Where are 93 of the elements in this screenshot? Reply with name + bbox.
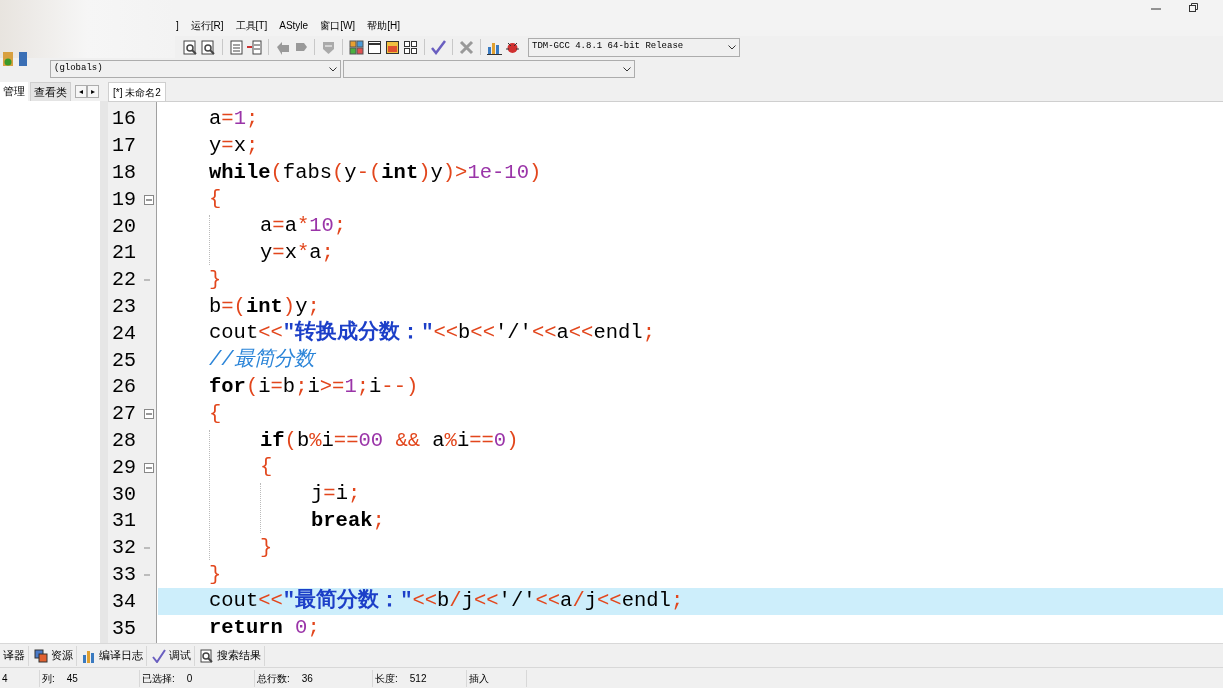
menu-item[interactable]: 工具[T] (235, 18, 268, 33)
search-icon (200, 648, 214, 663)
line-number: 32 (112, 535, 137, 562)
code-line: a=a*10; (260, 213, 347, 240)
line-number: 22 (112, 267, 137, 294)
fold-icon[interactable] (144, 194, 154, 205)
code-line: } (209, 561, 222, 588)
check-icon[interactable] (431, 39, 446, 55)
code-line: cout<<"最简分数："<<b/j<<'/'<<a/j<<endl; (209, 587, 684, 615)
line-number: 31 (112, 508, 137, 535)
bottom-tab[interactable]: 搜索结果 (197, 645, 265, 666)
compiler-dropdown[interactable]: TDM-GCC 4.8.1 64-bit Release (528, 37, 740, 57)
status-label: 已选择: (142, 671, 175, 686)
status-label: 长度: (375, 671, 398, 686)
status-label: 总行数: (257, 671, 290, 686)
menu-item[interactable]: 运行[R] (190, 18, 224, 33)
scroll-arrow-button[interactable]: ▸ (87, 85, 99, 98)
menu-item[interactable]: 窗口[W] (320, 18, 356, 33)
line-number: 25 (112, 347, 137, 374)
line-number: 21 (112, 240, 137, 267)
bar-icon[interactable] (18, 52, 28, 66)
code-line: break; (311, 508, 385, 534)
status-value: 4 (2, 671, 8, 686)
line-number: 24 (112, 320, 137, 347)
tab-label: 调试 (169, 648, 191, 664)
code-line: } (260, 534, 273, 561)
status-value: 0 (186, 671, 193, 686)
line-number: 18 (112, 160, 137, 186)
line-number: 23 (112, 294, 137, 320)
status-value: 插入 (469, 671, 489, 686)
resources-icon (34, 648, 48, 663)
menu-item[interactable]: ] (176, 18, 179, 33)
fold-icon[interactable] (144, 409, 154, 420)
scroll-arrow-button[interactable]: ◂ (75, 85, 87, 98)
find-icon[interactable] (183, 39, 198, 55)
check-icon (152, 648, 166, 663)
code-line: while(fabs(y-(int)y)>1e-10) (209, 159, 542, 186)
code-line: cout<<"转换成分数："<<b<<'/'<<a<<endl; (209, 319, 655, 347)
code-line: return 0; (209, 615, 320, 642)
code-line: { (260, 454, 273, 481)
line-number: 26 (112, 374, 137, 401)
line-number: 28 (112, 427, 137, 454)
line-number: 19 (112, 186, 137, 213)
panel-tab[interactable]: 管理 (0, 82, 28, 101)
goto-line-icon[interactable] (247, 39, 262, 55)
tab-label: 资源 (51, 648, 73, 664)
line-number: 20 (112, 213, 137, 240)
code-line: { (209, 400, 222, 427)
line-number: 29 (112, 454, 137, 481)
code-line: a=1; (209, 106, 259, 133)
editor-tab[interactable]: [*] 未命名2 (108, 82, 166, 101)
bottom-tab[interactable]: 调试 (149, 645, 195, 666)
code-line: j=i; (311, 481, 361, 508)
grid-colored-icon[interactable] (349, 39, 364, 55)
panel-tab[interactable]: 查看类 (30, 82, 71, 101)
tab-label: 搜索结果 (217, 648, 261, 664)
menu-item[interactable]: AStyle (279, 18, 309, 33)
line-number: 30 (112, 481, 137, 508)
menu-item[interactable]: 帮助[H] (367, 18, 400, 33)
status-value: 45 (66, 671, 78, 686)
restore-icon[interactable] (1189, 3, 1199, 13)
code-line: for(i=b;i>=1;i--) (209, 374, 419, 400)
fold-icon[interactable] (144, 462, 154, 473)
window-icon[interactable] (367, 39, 382, 55)
line-number: 16 (112, 106, 137, 133)
chevron-down-icon (728, 44, 736, 50)
line-number: 17 (112, 133, 137, 160)
tab-label: 编译日志 (99, 648, 143, 664)
line-number: 35 (112, 615, 137, 642)
panel-colored-icon[interactable] (385, 39, 400, 55)
code-line: } (209, 266, 222, 293)
code-line: b=(int)y; (209, 293, 320, 320)
grid-icon[interactable] (403, 39, 418, 55)
scope-dropdown[interactable]: (globals) (50, 60, 341, 78)
bottom-tab[interactable]: 资源 (31, 645, 77, 666)
line-number: 34 (112, 588, 137, 615)
code-line: { (209, 186, 222, 213)
line-number: 33 (112, 561, 137, 588)
status-label: 列: (42, 671, 55, 686)
status-value: 36 (301, 671, 313, 686)
add-file-icon[interactable] (2, 52, 14, 66)
line-number: 27 (112, 401, 137, 428)
code-line: y=x; (209, 132, 259, 159)
bar-chart-icon (82, 648, 96, 663)
code-line: if(b%i==00 && a%i==0) (260, 427, 519, 454)
cross-icon[interactable] (459, 39, 474, 55)
replace-icon[interactable] (201, 39, 216, 55)
document-icon[interactable] (229, 39, 244, 55)
chevron-down-icon (623, 66, 631, 72)
status-value: 512 (409, 671, 427, 686)
code-line: y=x*a; (260, 240, 334, 266)
code-line: //最简分数 (209, 347, 314, 374)
chevron-down-icon (329, 66, 337, 72)
